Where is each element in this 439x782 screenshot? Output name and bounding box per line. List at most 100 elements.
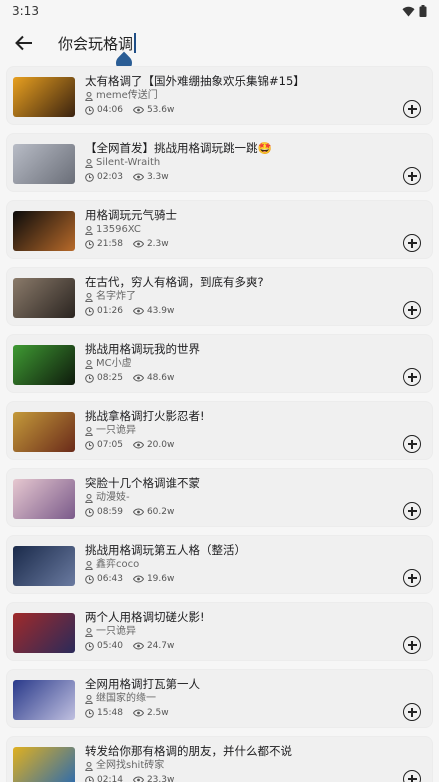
video-author: 鑫弈coco	[96, 559, 140, 570]
video-thumbnail[interactable]	[13, 144, 75, 184]
user-icon	[85, 761, 93, 771]
video-info: 全网用格调打瓦第一人 继国家的缘一 15:48 2.5w	[85, 676, 200, 720]
wifi-icon	[402, 6, 415, 16]
eye-icon	[132, 106, 144, 114]
video-title: 挑战用格调玩第五人格（整活）	[85, 543, 246, 557]
add-button[interactable]	[403, 435, 421, 453]
video-thumbnail[interactable]	[13, 747, 75, 782]
user-icon	[85, 560, 93, 570]
add-button[interactable]	[403, 368, 421, 386]
video-duration: 08:59	[97, 507, 123, 517]
video-author-row: 一只诡异	[85, 424, 205, 438]
add-button[interactable]	[403, 502, 421, 520]
add-button[interactable]	[403, 167, 421, 185]
video-title: 转发给你那有格调的朋友，并什么都不说	[85, 744, 292, 758]
video-thumbnail[interactable]	[13, 345, 75, 385]
video-views: 23.3w	[146, 775, 175, 782]
video-card[interactable]: 用格调玩元气骑士 13596XC 21:58 2.3w	[6, 200, 433, 259]
video-author-row: 全网找shit砖家	[85, 759, 292, 773]
video-author: MC小虚	[96, 358, 132, 369]
video-title: 突脸十几个格调谁不蒙	[85, 476, 200, 490]
video-thumbnail[interactable]	[13, 479, 75, 519]
add-button[interactable]	[403, 703, 421, 721]
video-info: 转发给你那有格调的朋友，并什么都不说 全网找shit砖家 02:14 23.3w	[85, 743, 292, 782]
clock-icon	[85, 239, 94, 249]
video-card[interactable]: 突脸十几个格调谁不蒙 动漫妓- 08:59 60.2w	[6, 468, 433, 527]
search-query: 你会玩格调	[58, 34, 134, 53]
user-icon	[85, 158, 93, 168]
clock-icon	[85, 172, 94, 182]
video-meta-row: 07:05 20.0w	[85, 438, 205, 452]
clock-icon	[85, 440, 94, 450]
add-button[interactable]	[403, 301, 421, 319]
clock-icon	[85, 105, 94, 115]
add-button[interactable]	[403, 636, 421, 654]
video-duration: 06:43	[97, 574, 123, 584]
video-thumbnail[interactable]	[13, 211, 75, 251]
text-caret	[134, 33, 137, 53]
user-icon	[85, 292, 93, 302]
video-card[interactable]: 挑战用格调玩我的世界 MC小虚 08:25 48.6w	[6, 334, 433, 393]
search-toolbar: 你会玩格调	[0, 22, 439, 75]
video-thumbnail[interactable]	[13, 680, 75, 720]
clock-icon	[85, 775, 94, 782]
video-card[interactable]: 转发给你那有格调的朋友，并什么都不说 全网找shit砖家 02:14 23.3w	[6, 736, 433, 782]
video-card[interactable]: 太有格调了【国外难绷抽象欢乐集锦#15】 meme传送门 04:06 53.6w	[6, 66, 433, 125]
add-button[interactable]	[403, 770, 421, 782]
back-button[interactable]	[6, 25, 42, 61]
add-button[interactable]	[403, 100, 421, 118]
video-author-row: 继国家的缘一	[85, 692, 200, 706]
user-icon	[85, 426, 93, 436]
video-views: 43.9w	[146, 306, 175, 316]
video-views: 19.6w	[146, 574, 175, 584]
video-meta-row: 15:48 2.5w	[85, 706, 200, 720]
status-time: 3:13	[12, 4, 39, 18]
video-views: 48.6w	[146, 373, 175, 383]
video-info: 突脸十几个格调谁不蒙 动漫妓- 08:59 60.2w	[85, 475, 200, 519]
video-result-list: 太有格调了【国外难绷抽象欢乐集锦#15】 meme传送门 04:06 53.6w…	[6, 66, 433, 782]
video-card[interactable]: 在古代，穷人有格调，到底有多爽? 名字炸了 01:26 43.9w	[6, 267, 433, 326]
video-card[interactable]: 挑战拿格调打火影忍者! 一只诡异 07:05 20.0w	[6, 401, 433, 460]
search-input[interactable]: 你会玩格调	[58, 25, 398, 75]
video-views: 20.0w	[146, 440, 175, 450]
video-title: 全网用格调打瓦第一人	[85, 677, 200, 691]
video-views: 3.3w	[146, 172, 169, 182]
user-icon	[85, 91, 93, 101]
video-author-row: MC小虚	[85, 357, 200, 371]
video-info: 【全网首发】挑战用格调玩跳一跳🤩 Silent-Wraith 02:03 3.3…	[85, 140, 272, 184]
video-author: 一只诡异	[96, 626, 136, 637]
video-views: 2.3w	[146, 239, 169, 249]
video-views: 53.6w	[146, 105, 175, 115]
video-views: 2.5w	[146, 708, 169, 718]
video-card[interactable]: 全网用格调打瓦第一人 继国家的缘一 15:48 2.5w	[6, 669, 433, 728]
video-info: 用格调玩元气骑士 13596XC 21:58 2.3w	[85, 207, 177, 251]
video-card[interactable]: 【全网首发】挑战用格调玩跳一跳🤩 Silent-Wraith 02:03 3.3…	[6, 133, 433, 192]
video-author: 动漫妓-	[96, 492, 130, 503]
video-title: 在古代，穷人有格调，到底有多爽?	[85, 275, 264, 289]
eye-icon	[132, 374, 144, 382]
video-card[interactable]: 挑战用格调玩第五人格（整活） 鑫弈coco 06:43 19.6w	[6, 535, 433, 594]
video-thumbnail[interactable]	[13, 278, 75, 318]
video-thumbnail[interactable]	[13, 546, 75, 586]
video-thumbnail[interactable]	[13, 412, 75, 452]
video-meta-row: 08:25 48.6w	[85, 371, 200, 385]
eye-icon	[132, 441, 144, 449]
video-card[interactable]: 两个人用格调切磋火影! 一只诡异 05:40 24.7w	[6, 602, 433, 661]
video-duration: 21:58	[97, 239, 123, 249]
video-title: 两个人用格调切磋火影!	[85, 610, 205, 624]
eye-icon	[132, 508, 144, 516]
video-thumbnail[interactable]	[13, 77, 75, 117]
video-meta-row: 21:58 2.3w	[85, 237, 177, 251]
clock-icon	[85, 373, 94, 383]
video-author-row: 一只诡异	[85, 625, 205, 639]
clock-icon	[85, 641, 94, 651]
video-views: 60.2w	[146, 507, 175, 517]
add-button[interactable]	[403, 569, 421, 587]
video-meta-row: 04:06 53.6w	[85, 103, 305, 117]
add-button[interactable]	[403, 234, 421, 252]
video-views: 24.7w	[146, 641, 175, 651]
video-meta-row: 05:40 24.7w	[85, 639, 205, 653]
video-info: 在古代，穷人有格调，到底有多爽? 名字炸了 01:26 43.9w	[85, 274, 264, 318]
eye-icon	[132, 240, 144, 248]
video-thumbnail[interactable]	[13, 613, 75, 653]
